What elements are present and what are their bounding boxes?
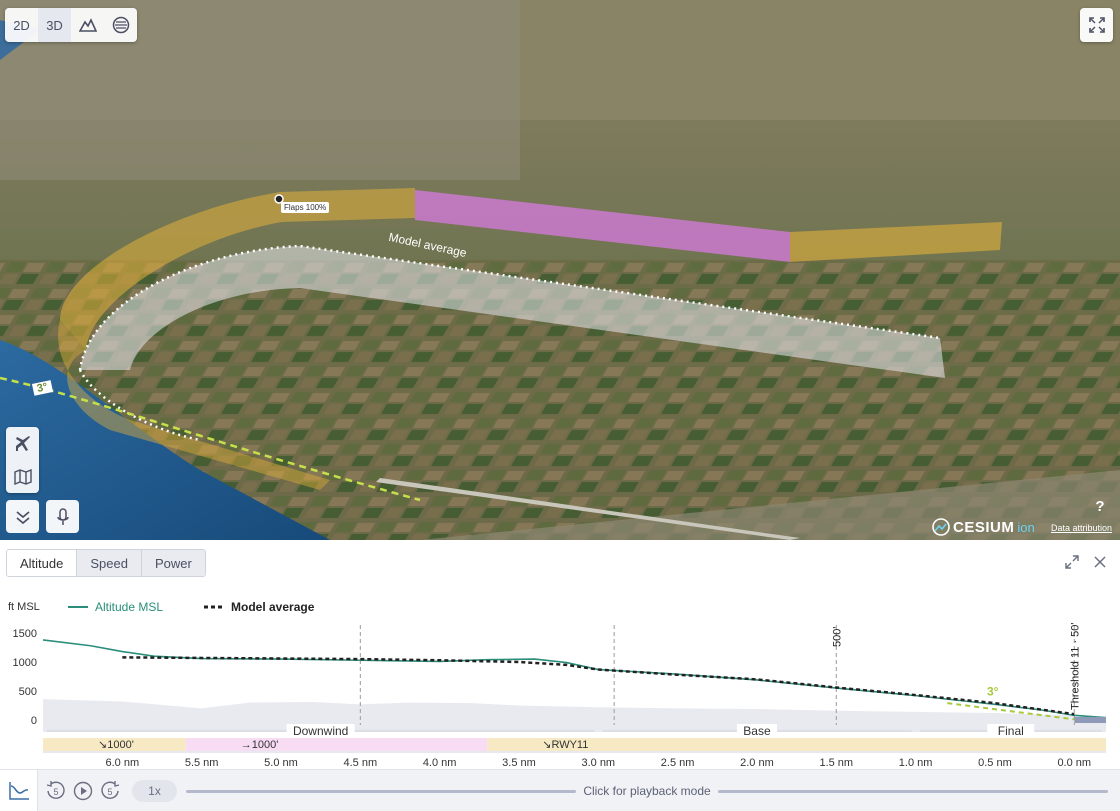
map-viewport[interactable]: Model average Flaps 100% 3° 2D 3D ? CESI… — [0, 0, 1120, 540]
forward-icon: 5 — [101, 781, 120, 799]
expand-icon — [1065, 555, 1079, 569]
glide-slope-label: 3° — [987, 685, 999, 699]
flaps-tag: Flaps 100% — [281, 202, 330, 213]
x-tick-label: 5.0 nm — [264, 757, 298, 767]
x-tick-label: 5.5 nm — [185, 757, 219, 767]
marker-label: 500' — [831, 627, 843, 647]
play-button[interactable] — [72, 780, 94, 802]
cesium-logo: CESIUM ion — [932, 518, 1035, 536]
chart-mode-button[interactable] — [0, 770, 38, 811]
rewind-icon: 5 — [46, 781, 65, 799]
phase-label: Downwind — [293, 724, 348, 738]
rewind-button[interactable]: 5 — [45, 780, 67, 802]
altitude-chart[interactable]: 500' Threshold 11 · 50' 3° 0 500 1000 1500 ft… — [0, 595, 1120, 767]
x-tick-label: 4.5 nm — [343, 757, 377, 767]
y-tick-label: 500 — [19, 686, 37, 698]
x-tick-label: 0.0 nm — [1057, 757, 1091, 767]
play-icon — [73, 781, 93, 801]
y-tick-label: 1500 — [13, 628, 37, 640]
y-tick-label: 1000 — [13, 657, 37, 669]
close-icon — [1094, 556, 1106, 568]
legend-label-altitude: Altitude MSL — [95, 600, 163, 614]
map-icon — [13, 468, 32, 485]
map-layers-button[interactable] — [6, 460, 39, 493]
playback-track-left — [186, 789, 577, 793]
y-tick-label: 0 — [31, 715, 37, 727]
x-tick-label: 4.0 nm — [423, 757, 457, 767]
chart-line-icon — [8, 782, 29, 800]
marker-label: Threshold 11 · 50' — [1069, 622, 1081, 710]
playback-mode-trigger[interactable]: Click for playback mode — [186, 770, 1109, 811]
mountain-icon — [78, 18, 97, 32]
microphone-button[interactable] — [46, 500, 79, 533]
cesium-name: CESIUM — [953, 518, 1015, 536]
x-tick-label: 2.5 nm — [661, 757, 695, 767]
forward-button[interactable]: 5 — [99, 780, 121, 802]
x-tick-label: 3.5 nm — [502, 757, 536, 767]
view-mode-toolbar: 2D 3D — [5, 8, 137, 42]
phase-label: Final — [998, 724, 1024, 738]
satellite-terrain — [0, 0, 1120, 540]
view-2d-button[interactable]: 2D — [5, 8, 38, 42]
playback-speed-button[interactable]: 1x — [132, 780, 177, 802]
expand-panel-button[interactable] — [1064, 554, 1080, 570]
tab-speed[interactable]: Speed — [77, 550, 142, 576]
series-altitude-msl — [42, 639, 1107, 719]
rewind-label: 5 — [53, 787, 58, 797]
side-toolbar — [6, 427, 39, 493]
imagery-button[interactable] — [104, 8, 137, 42]
playback-track-right — [717, 789, 1109, 793]
x-tick-label: 3.0 nm — [581, 757, 615, 767]
x-tick-label: 1.5 nm — [819, 757, 853, 767]
y-axis-label: ft MSL — [8, 601, 40, 613]
globe-icon — [112, 16, 129, 34]
tab-altitude[interactable]: Altitude — [7, 550, 78, 576]
forward-label: 5 — [107, 787, 112, 797]
x-tick-label: 0.5 nm — [978, 757, 1012, 767]
fullscreen-button[interactable] — [1080, 8, 1113, 42]
cesium-suffix: ion — [1017, 519, 1035, 535]
target-band — [185, 738, 488, 751]
app-root: Model average Flaps 100% 3° 2D 3D ? CESI… — [0, 0, 1120, 811]
chart-panel: Altitude Speed Power 500' Threshold 11 · … — [0, 540, 1120, 811]
collapse-button[interactable] — [6, 500, 39, 533]
x-tick-label: 1.0 nm — [899, 757, 933, 767]
playback-hint-text: Click for playback mode — [583, 784, 711, 798]
runway-marker — [1074, 717, 1106, 723]
cesium-logo-icon — [932, 518, 950, 536]
terrain-area — [43, 699, 1106, 732]
target-label: ↘1000' — [98, 739, 134, 751]
view-3d-button[interactable]: 3D — [38, 8, 71, 42]
chart-tabs: Altitude Speed Power — [6, 549, 206, 577]
help-button[interactable]: ? — [1088, 494, 1112, 518]
airplane-icon — [15, 435, 30, 451]
terrain-button[interactable] — [71, 8, 104, 42]
target-label: ↘RWY11 — [542, 739, 588, 751]
aircraft-button[interactable] — [6, 427, 39, 460]
legend-label-model: Model average — [231, 600, 315, 614]
x-tick-label: 2.0 nm — [740, 757, 774, 767]
expand-arrows-icon — [1088, 17, 1105, 33]
double-chevron-down-icon — [15, 510, 30, 524]
tab-power[interactable]: Power — [141, 550, 205, 576]
microphone-icon — [56, 507, 69, 525]
phase-label: Base — [743, 724, 771, 738]
target-label: →1000' — [241, 739, 279, 751]
data-attribution-link[interactable]: Data attribution — [1051, 523, 1112, 533]
close-panel-button[interactable] — [1092, 554, 1108, 570]
playback-bar: 5 5 1x Click for playback mode — [0, 769, 1120, 811]
x-tick-label: 6.0 nm — [106, 757, 140, 767]
